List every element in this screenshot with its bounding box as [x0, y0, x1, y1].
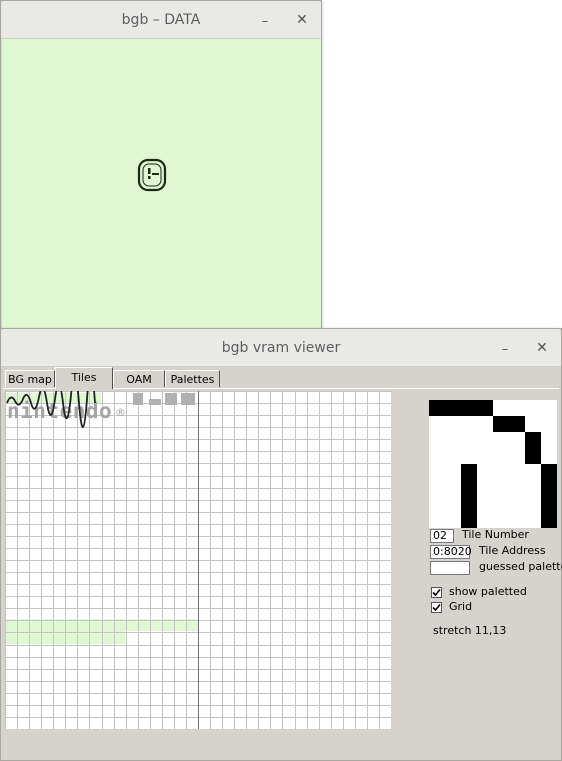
game-screen[interactable] [2, 39, 321, 330]
tile-address-field[interactable]: 0:8020 [430, 545, 472, 559]
logo-fragment-1 [133, 393, 143, 405]
check-icon [432, 603, 441, 612]
minimize-button[interactable]: – [255, 10, 275, 30]
logo-fragment-3 [165, 393, 177, 405]
tile-pixel-row1 [493, 416, 525, 432]
close-button[interactable]: ✕ [292, 10, 312, 30]
tile-pixel-row0 [429, 400, 493, 416]
guessed-palette-field[interactable] [430, 561, 470, 575]
vram-window-title: bgb vram viewer [221, 340, 341, 356]
status-bar [2, 729, 560, 759]
tile-address-label: Tile Address [479, 544, 546, 557]
tile-grid-canvas[interactable]: nintendo ® [5, 391, 391, 729]
vram-viewer-window: bgb vram viewer – ✕ BG map Tiles OAM Pal… [0, 328, 562, 761]
tile-grid[interactable]: nintendo ® [5, 391, 391, 729]
vram-titlebar[interactable]: bgb vram viewer – ✕ [1, 329, 561, 367]
tab-palettes[interactable]: Palettes [165, 370, 220, 387]
logo-fragment-2 [149, 399, 161, 405]
smiley-face-icon [137, 158, 167, 192]
registered-mark: ® [115, 406, 126, 419]
show-paletted-checkbox[interactable] [431, 587, 442, 598]
grid-checkbox[interactable] [431, 602, 442, 613]
data-titlebar[interactable]: bgb – DATA – ✕ [1, 1, 321, 39]
tile-number-label: Tile Number [462, 528, 529, 541]
check-icon [432, 588, 441, 597]
tile-pixel-col [461, 464, 477, 528]
tab-tiles[interactable]: Tiles [55, 367, 113, 389]
show-paletted-label[interactable]: show paletted [449, 585, 527, 599]
tile-preview [429, 400, 557, 528]
tile-pixel-row2 [525, 432, 541, 464]
close-button[interactable]: ✕ [532, 338, 552, 358]
tile-pixel-row4 [541, 464, 557, 528]
logo-text: nintendo [7, 399, 112, 423]
tab-oam[interactable]: OAM [113, 370, 165, 387]
tile-number-field[interactable]: 02 [430, 529, 454, 543]
stretch-text: stretch 11,13 [433, 624, 507, 637]
minimize-button[interactable]: – [495, 338, 515, 358]
grid-label[interactable]: Grid [449, 600, 472, 614]
logo-fragment-4 [181, 393, 195, 405]
tab-bg-map[interactable]: BG map [5, 370, 55, 387]
data-window: bgb – DATA – ✕ [0, 0, 322, 330]
guessed-palette-label: guessed palette [479, 560, 562, 573]
